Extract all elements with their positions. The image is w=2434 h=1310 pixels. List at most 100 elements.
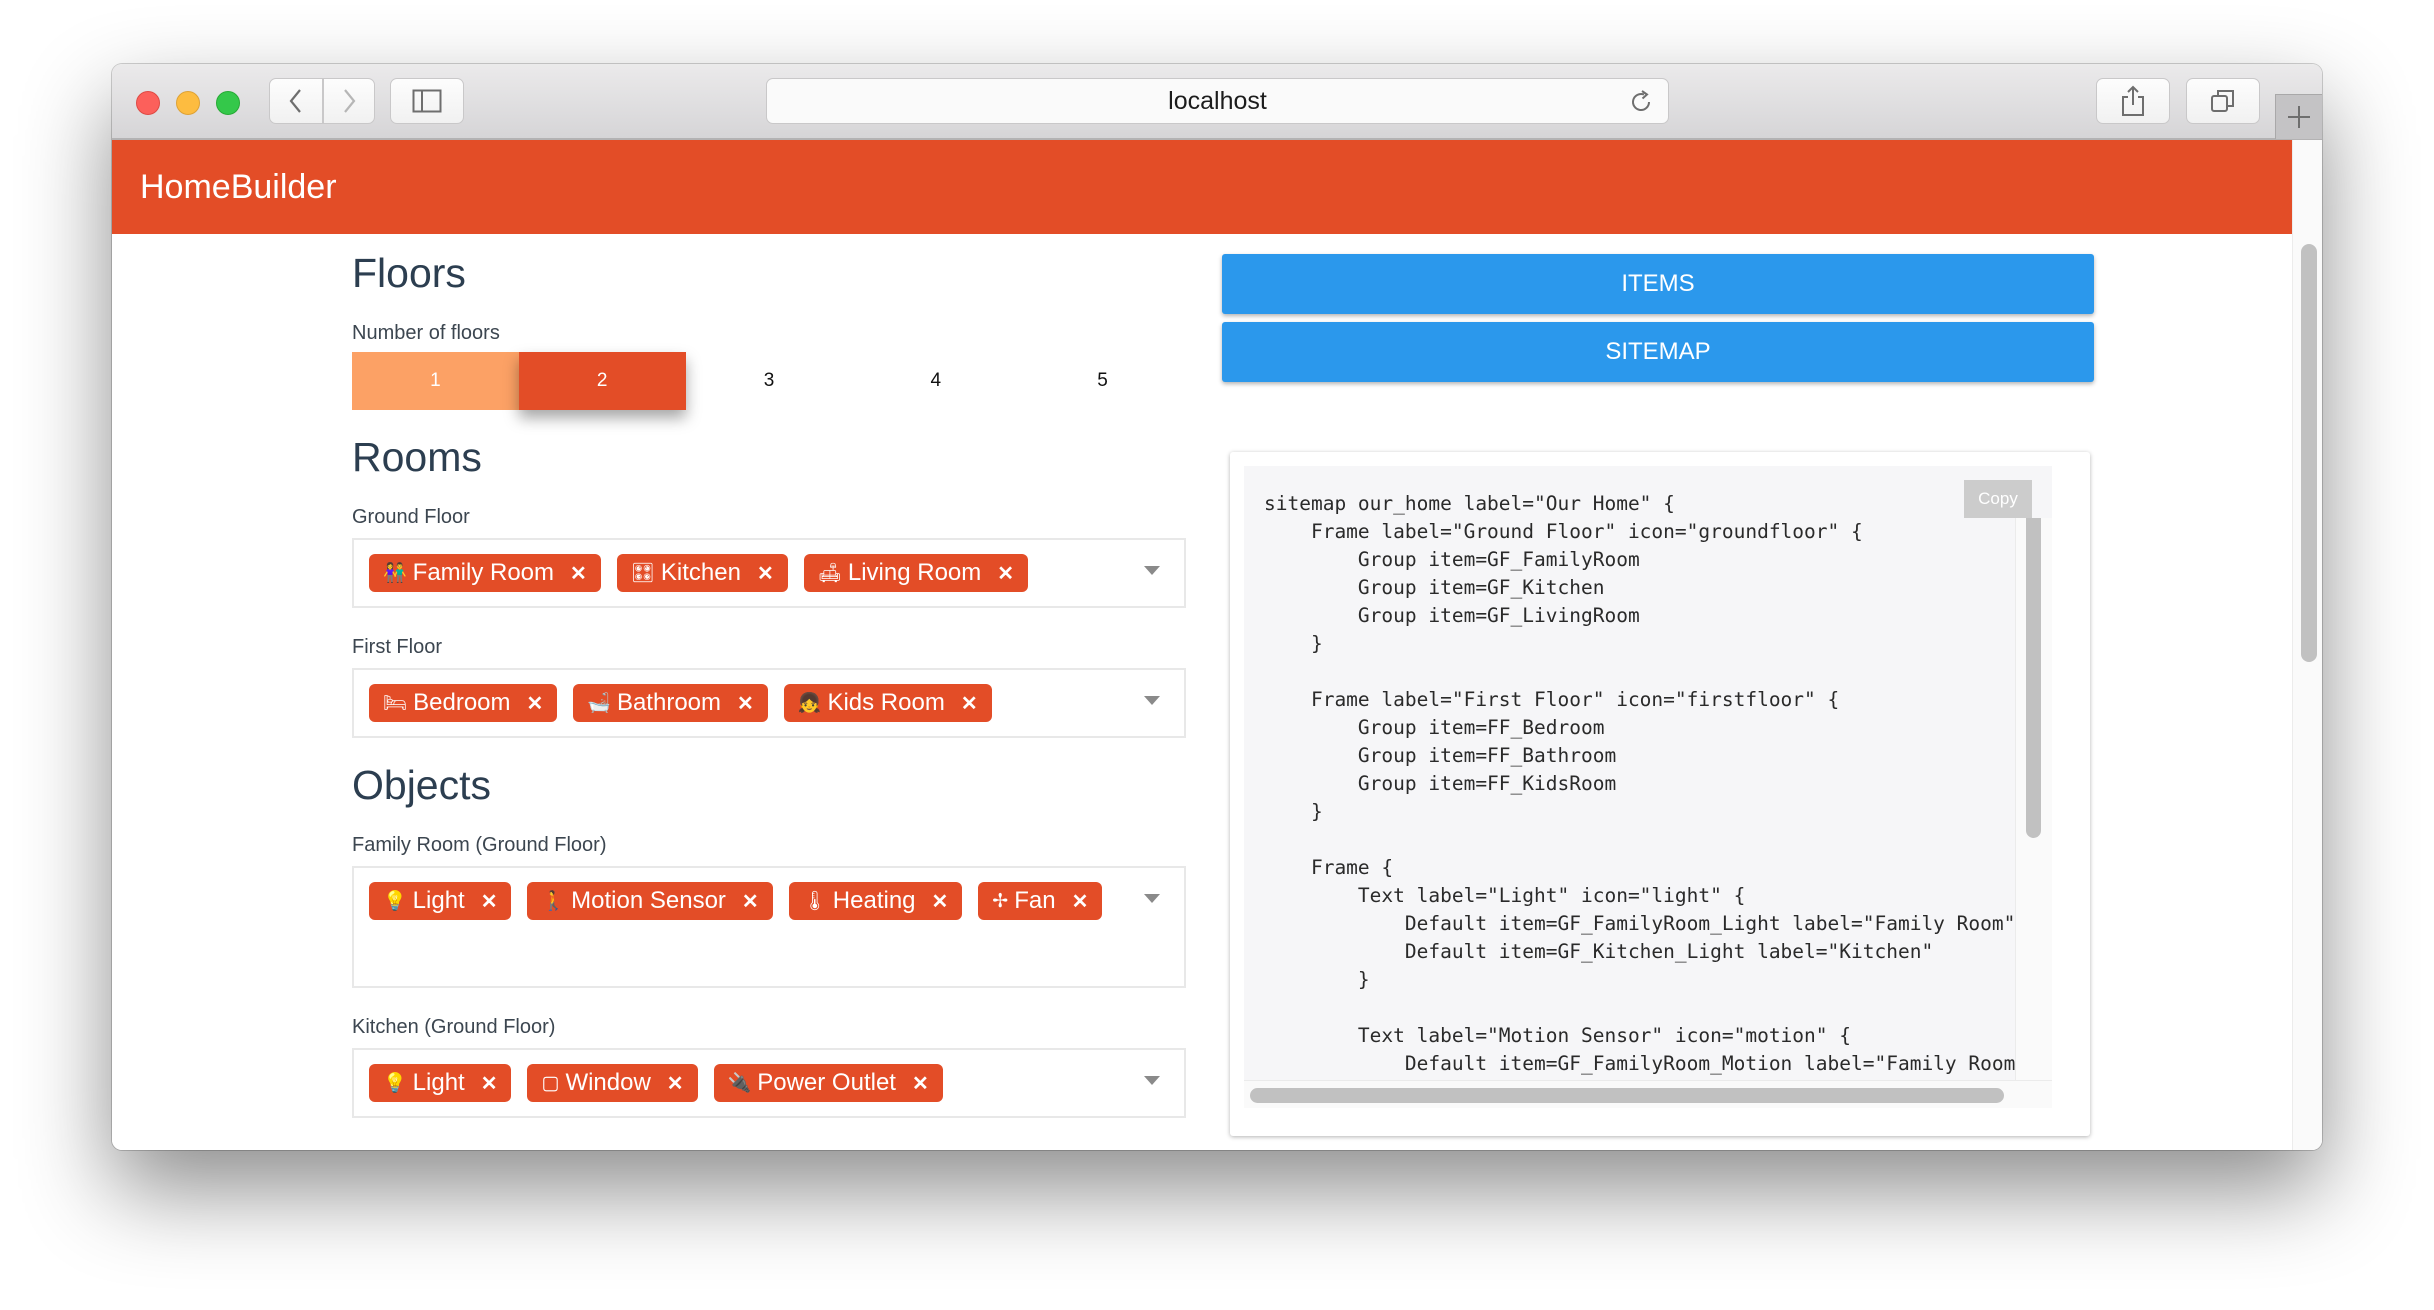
tabs-icon [2211,90,2234,112]
remove-chip-icon[interactable]: ✕ [912,1071,929,1096]
object-chip: 🚶 Motion Sensor ✕ [527,882,773,920]
app-brand[interactable]: HomeBuilder [140,140,337,234]
ground-floor-rooms-select[interactable]: 👫 Family Room ✕ 🎛 Kitchen ✕ 🛋 Living Room ✕ [352,538,1186,608]
chip-label: Bedroom [413,689,511,716]
sidebar-button[interactable] [390,78,464,124]
code-horizontal-scrollbar[interactable] [1244,1080,2052,1108]
object-chip: 💡 Light ✕ [369,1064,512,1102]
floors-count-label: Number of floors [352,322,500,344]
forward-icon [344,89,356,113]
kitchen-objects-select[interactable]: 💡 Light ✕ ▢ Window ✕ 🔌 Power Outlet ✕ [352,1048,1186,1118]
remove-chip-icon[interactable]: ✕ [570,561,587,586]
window-icon: ▢ [541,1072,560,1094]
child-icon: 👧 [797,692,822,714]
chip-label: Light [412,1069,465,1096]
share-button[interactable] [2096,78,2170,124]
bathtub-icon: 🛁 [587,692,611,714]
back-button[interactable] [269,78,323,124]
object-chip: 💡 Light ✕ [369,882,512,920]
light-bulb-icon: 💡 [383,890,407,912]
page-scroll-thumb[interactable] [2301,244,2317,662]
floor-option-1[interactable]: 1 [352,352,519,410]
app-header: HomeBuilder [112,140,2293,234]
sitemap-code-card: sitemap our_home label="Our Home" { Fram… [1230,452,2090,1136]
remove-chip-icon[interactable]: ✕ [667,1071,684,1096]
floor-option-4[interactable]: 4 [852,352,1019,410]
object-chip: ▢ Window ✕ [527,1064,698,1102]
copy-button[interactable]: Copy [1964,480,2032,518]
address-bar[interactable]: localhost [766,78,1669,124]
object-chip: ✢ Fan ✕ [978,882,1103,920]
room-chip: 🛋 Living Room ✕ [803,554,1029,592]
code-vertical-scrollbar[interactable] [2015,518,2052,1108]
floors-heading: Floors [352,250,466,296]
remove-chip-icon[interactable]: ✕ [932,889,949,914]
remove-chip-icon[interactable]: ✕ [961,691,978,716]
chip-label: Family Room [412,559,555,586]
remove-chip-icon[interactable]: ✕ [481,889,498,914]
heating-gauge-icon: 🌡 [802,890,827,912]
code-horizontal-scroll-thumb[interactable] [1250,1088,2004,1103]
page-scrollbar[interactable] [2292,140,2322,1150]
chip-label: Kitchen [660,559,741,586]
fan-icon: ✢ [992,890,1009,912]
chip-label: Fan [1014,887,1056,914]
chip-label: Living Room [847,559,982,586]
remove-chip-icon[interactable]: ✕ [481,1071,498,1096]
chip-label: Light [412,887,465,914]
ground-floor-label: Ground Floor [352,506,470,528]
tabs-overview-button[interactable] [2186,78,2260,124]
remove-chip-icon[interactable]: ✕ [1072,889,1089,914]
room-chip: 👧 Kids Room ✕ [783,684,992,722]
family-room-objects-select[interactable]: 💡 Light ✕ 🚶 Motion Sensor ✕ 🌡 Heating ✕ ✢ Fan ✕ [352,866,1186,988]
chip-label: Heating [832,887,916,914]
object-chip: 🔌 Power Outlet ✕ [713,1064,943,1102]
close-window-button[interactable] [136,91,160,115]
first-floor-rooms-select[interactable]: 🛏 Bedroom ✕ 🛁 Bathroom ✕ 👧 Kids Room ✕ [352,668,1186,738]
kitchen-objects-label: Kitchen (Ground Floor) [352,1016,556,1038]
browser-window: localhost HomeBuilder Floors Number of f… [112,64,2322,1150]
remove-chip-icon[interactable]: ✕ [997,561,1014,586]
chip-label: Bathroom [616,689,722,716]
chip-label: Motion Sensor [571,887,726,914]
objects-heading: Objects [352,762,491,808]
rooms-heading: Rooms [352,434,482,480]
family-room-icon: 👫 [383,562,407,584]
first-floor-label: First Floor [352,636,442,658]
light-bulb-icon: 💡 [383,1072,407,1094]
chevron-down-icon[interactable] [1144,1076,1160,1085]
floor-option-5[interactable]: 5 [1019,352,1186,410]
floor-option-3[interactable]: 3 [686,352,853,410]
code-vertical-scroll-thumb[interactable] [2026,518,2041,838]
floor-count-selector: 1 2 3 4 5 [352,352,1186,410]
remove-chip-icon[interactable]: ✕ [737,691,754,716]
code-viewer: sitemap our_home label="Our Home" { Fram… [1244,466,2052,1108]
object-chip: 🌡 Heating ✕ [788,882,963,920]
motion-sensor-icon: 🚶 [541,890,566,912]
new-tab-button[interactable] [2275,94,2322,139]
chip-label: Window [565,1069,651,1096]
sitemap-code: sitemap our_home label="Our Home" { Fram… [1264,492,2028,1103]
chevron-down-icon[interactable] [1144,566,1160,575]
url-text: localhost [1168,87,1267,115]
reload-icon[interactable] [1628,89,1654,115]
sofa-icon: 🛋 [817,562,842,584]
chevron-down-icon[interactable] [1144,894,1160,903]
remove-chip-icon[interactable]: ✕ [527,691,544,716]
forward-button[interactable] [323,78,375,124]
chip-label: Kids Room [827,689,945,716]
chevron-down-icon[interactable] [1144,696,1160,705]
sitemap-button[interactable]: SITEMAP [1222,322,2094,382]
minimize-window-button[interactable] [176,91,200,115]
sidebar-icon [412,89,442,113]
browser-toolbar: localhost [112,64,2322,140]
chip-label: Power Outlet [757,1069,896,1096]
remove-chip-icon[interactable]: ✕ [757,561,774,586]
family-room-objects-label: Family Room (Ground Floor) [352,834,607,856]
items-button[interactable]: ITEMS [1222,254,2094,314]
room-chip: 🎛 Kitchen ✕ [616,554,788,592]
kitchen-icon: 🎛 [630,562,655,584]
zoom-window-button[interactable] [216,91,240,115]
floor-option-2[interactable]: 2 [518,352,686,410]
remove-chip-icon[interactable]: ✕ [742,889,759,914]
